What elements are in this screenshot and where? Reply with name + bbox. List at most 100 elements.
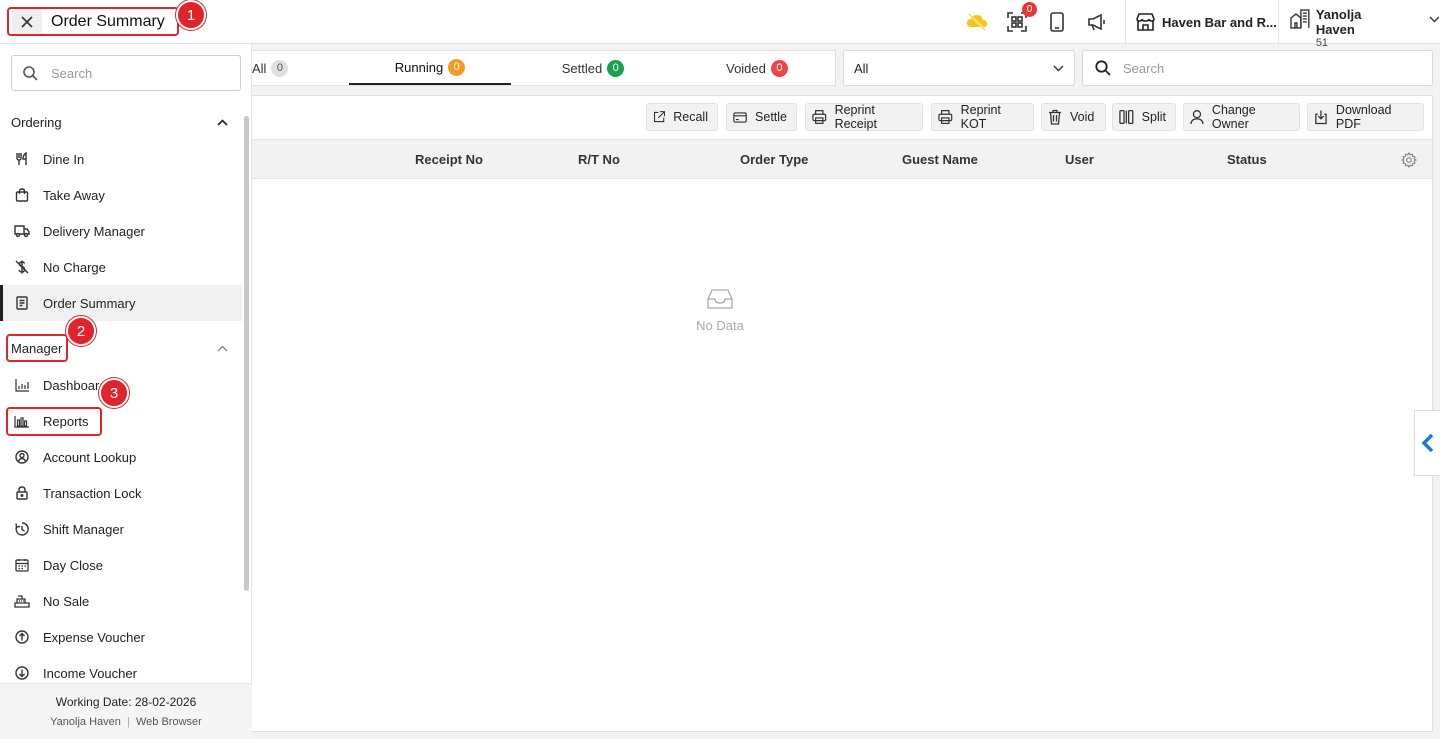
footer-meta: Yanolja Haven | Web Browser — [50, 716, 202, 728]
section-ordering[interactable]: Ordering — [0, 104, 242, 140]
void-button[interactable]: Void — [1041, 103, 1106, 131]
store-name: Haven Bar and R... — [1162, 14, 1277, 30]
divider — [1125, 0, 1126, 44]
order-search-input[interactable] — [1123, 60, 1423, 76]
table-header: Receipt No R/T No Order Type Guest Name … — [252, 139, 1432, 179]
action-toolbar: Recall Settle Reprint Receipt Reprint KO… — [252, 103, 1433, 131]
reports-highlight — [6, 407, 102, 436]
sidebar-item-shift-manager[interactable]: Shift Manager — [0, 511, 242, 547]
expense-up-icon — [14, 629, 30, 645]
sidebar-item-label: Income Voucher — [43, 665, 137, 681]
sidebar-item-order-summary[interactable]: Order Summary — [0, 285, 242, 321]
tab-count-badge: 0 — [448, 58, 466, 76]
download-icon — [1315, 110, 1327, 125]
tab-label: Voided — [726, 60, 766, 76]
page-title-highlight: Order Summary — [7, 7, 179, 36]
tab-count-badge: 0 — [770, 59, 788, 77]
button-label: Settle — [755, 110, 787, 124]
annotation-marker-2: 2 — [66, 316, 96, 346]
annotation-marker-1: 1 — [176, 0, 206, 30]
empty-state: No Data — [252, 288, 1188, 333]
dashboard-icon — [14, 377, 30, 393]
tab-voided[interactable]: Voided 0 — [676, 51, 838, 85]
sidebar-item-label: No Sale — [43, 593, 90, 609]
dine-in-icon — [14, 151, 30, 167]
lock-icon — [14, 485, 30, 501]
reprint-receipt-button[interactable]: Reprint Receipt — [805, 103, 923, 131]
user-icon — [1190, 110, 1204, 125]
user-menu[interactable]: Yanolja Haven 51 — [1290, 7, 1440, 50]
page-title: Order Summary — [51, 12, 165, 30]
mobile-device-icon[interactable] — [1046, 11, 1068, 33]
tab-running[interactable]: Running 0 — [349, 51, 511, 85]
close-menu-button[interactable] — [12, 9, 42, 34]
sidebar-search-input[interactable] — [51, 65, 221, 81]
cash-register-icon — [14, 593, 30, 609]
settle-button[interactable]: Settle — [726, 103, 797, 131]
sidebar-item-no-charge[interactable]: No Charge — [0, 249, 242, 285]
search-icon — [23, 65, 38, 81]
split-columns-icon — [1119, 109, 1134, 125]
empty-state-text: No Data — [696, 318, 744, 333]
store-selector[interactable]: Haven Bar and R... — [1136, 13, 1277, 31]
orders-panel: Recall Settle Reprint Receipt Reprint KO… — [252, 95, 1433, 732]
annotation-marker-3: 3 — [99, 378, 129, 408]
megaphone-icon[interactable] — [1086, 11, 1108, 33]
sidebar-item-delivery-manager[interactable]: Delivery Manager — [0, 213, 242, 249]
income-down-icon — [14, 665, 30, 681]
column-user[interactable]: User — [1065, 152, 1094, 167]
column-order-type[interactable]: Order Type — [740, 152, 808, 167]
sidebar-item-label: Transaction Lock — [43, 485, 142, 501]
side-panel-toggle[interactable] — [1414, 410, 1440, 476]
status-tabs: All 0 Running 0 Settled 0 Voided 0 — [252, 50, 836, 86]
sidebar-item-account-lookup[interactable]: Account Lookup — [0, 439, 242, 475]
sidebar-item-dine-in[interactable]: Dine In — [0, 141, 242, 177]
chevron-down-icon — [1053, 65, 1064, 71]
offline-cloud-icon[interactable] — [966, 11, 988, 33]
reprint-kot-button[interactable]: Reprint KOT — [931, 103, 1034, 131]
tab-settled[interactable]: Settled 0 — [512, 51, 674, 85]
column-rt-no[interactable]: R/T No — [578, 152, 620, 167]
order-search[interactable] — [1082, 50, 1433, 86]
sidebar-item-take-away[interactable]: Take Away — [0, 177, 242, 213]
empty-inbox-icon — [707, 289, 733, 309]
sidebar-search[interactable] — [11, 55, 241, 91]
split-button[interactable]: Split — [1112, 103, 1176, 131]
button-label: Reprint Receipt — [834, 103, 877, 131]
button-label: Download PDF — [1335, 103, 1392, 131]
sidebar-item-label: Expense Voucher — [43, 629, 145, 645]
user-name: Yanolja Haven — [1315, 7, 1362, 37]
download-pdf-button[interactable]: Download PDF — [1307, 103, 1424, 131]
account-lookup-icon — [14, 449, 30, 465]
top-bar: Order Summary 1 0 Haven Bar and R... Yan… — [0, 0, 1440, 49]
sidebar-item-label: Dine In — [43, 151, 85, 167]
sidebar-item-label: No Charge — [43, 259, 106, 275]
tab-all[interactable]: All 0 — [252, 51, 292, 85]
sidebar-item-transaction-lock[interactable]: Transaction Lock — [0, 475, 242, 511]
button-label: Void — [1070, 110, 1095, 124]
sidebar-item-label: Take Away — [43, 187, 105, 203]
sidebar-item-label: Delivery Manager — [43, 223, 145, 239]
tab-label: All — [252, 60, 267, 76]
sidebar-scrollbar[interactable] — [244, 116, 249, 591]
column-status[interactable]: Status — [1227, 152, 1267, 167]
sidebar-item-day-close[interactable]: Day Close — [0, 547, 242, 583]
sidebar-item-label: Day Close — [43, 557, 103, 573]
button-label: Recall — [673, 110, 708, 124]
change-owner-button[interactable]: Change Owner — [1183, 103, 1300, 131]
working-date: Working Date: 28-02-2026 — [55, 695, 197, 709]
sidebar-item-expense-voucher[interactable]: Expense Voucher — [0, 619, 242, 655]
sidebar-item-income-voucher[interactable]: Income Voucher — [0, 655, 242, 682]
recall-button[interactable]: Recall — [646, 103, 718, 131]
sidebar-item-label: Shift Manager — [43, 521, 124, 537]
calendar-icon — [14, 557, 30, 573]
sidebar-item-label: Order Summary — [43, 295, 136, 311]
column-receipt-no[interactable]: Receipt No — [415, 152, 483, 167]
column-guest-name[interactable]: Guest Name — [902, 152, 978, 167]
sidebar-item-no-sale[interactable]: No Sale — [0, 583, 242, 619]
gear-icon[interactable] — [1401, 152, 1417, 168]
order-type-filter[interactable]: All — [843, 50, 1075, 86]
button-label: Split — [1141, 110, 1166, 124]
tab-label: Running — [394, 59, 444, 75]
tab-count-badge: 0 — [271, 59, 289, 77]
